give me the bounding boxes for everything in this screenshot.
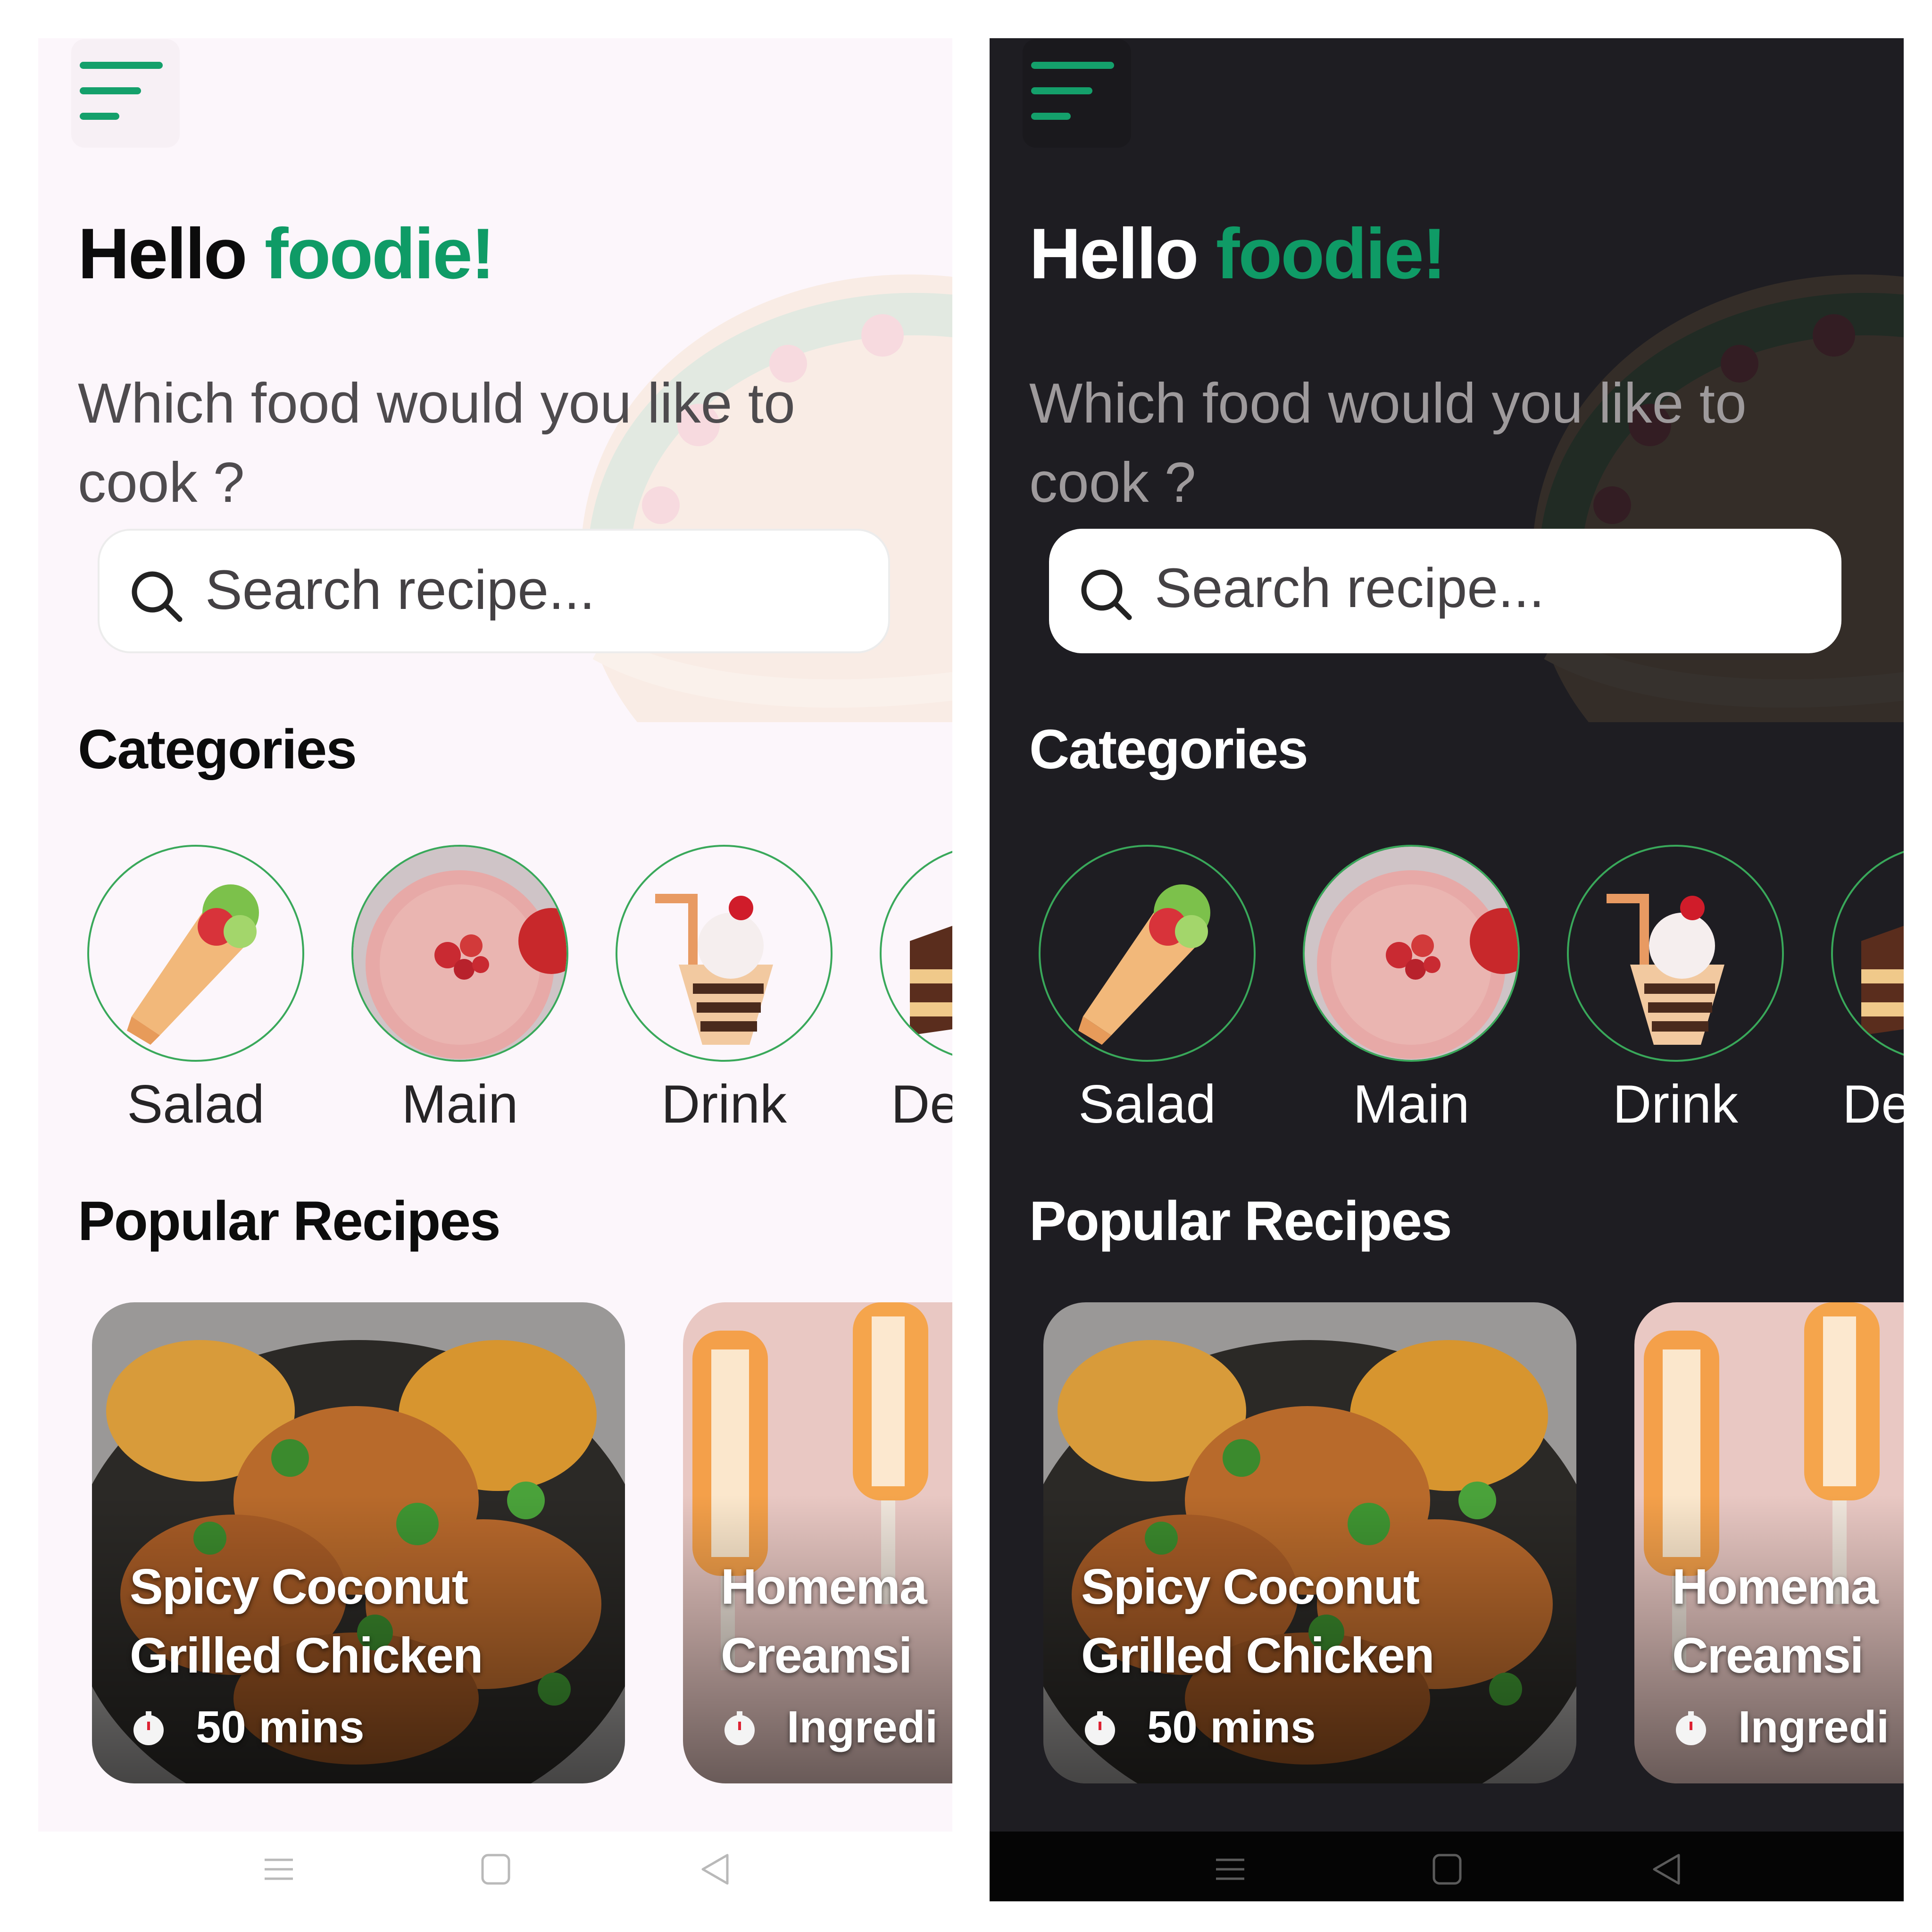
system-nav-bar bbox=[38, 1832, 952, 1901]
greeting-subtitle: Which food would you like to cook ? bbox=[1029, 372, 1747, 514]
category-label: Salad bbox=[1078, 1074, 1216, 1134]
recents-icon[interactable] bbox=[260, 1850, 298, 1888]
dark-theme-screen: Hello foodie! Which food would you like … bbox=[990, 38, 1904, 1901]
menu-icon bbox=[80, 62, 163, 69]
timer-icon bbox=[1676, 1711, 1706, 1745]
search-icon bbox=[1081, 569, 1132, 620]
greeting-accent: foodie! bbox=[264, 214, 495, 294]
home-page: Hello foodie! Which food would you like … bbox=[990, 38, 1904, 1832]
menu-icon-line bbox=[80, 87, 141, 94]
recipe-ingredients: Ingredi bbox=[787, 1702, 938, 1752]
recipe-time: 50 mins bbox=[1147, 1702, 1316, 1752]
recipe-card[interactable]: Spicy Coconut Grilled Chicken 50 mins bbox=[1043, 1302, 1576, 1783]
category-label: Salad bbox=[127, 1074, 265, 1134]
recipe-meta: 50 mins bbox=[1081, 1701, 1316, 1753]
greeting-accent: foodie! bbox=[1216, 214, 1447, 294]
search-bar[interactable]: Search recipe... bbox=[1049, 529, 1841, 653]
milkshake-icon bbox=[655, 894, 773, 1045]
categories-title: Categories bbox=[1029, 718, 1308, 781]
categories-title: Categories bbox=[78, 718, 357, 781]
category-image bbox=[1303, 845, 1520, 1062]
recipe-card[interactable]: Spicy Coconut Grilled Chicken 50 mins bbox=[92, 1302, 625, 1783]
search-icon bbox=[132, 571, 183, 622]
category-label: De bbox=[1842, 1074, 1904, 1134]
home-page: Hello foodie! Which food would you like … bbox=[38, 38, 952, 1832]
back-icon[interactable] bbox=[696, 1850, 734, 1888]
wrap-icon bbox=[127, 884, 259, 1045]
category-image bbox=[1039, 845, 1256, 1062]
wrap-icon bbox=[1078, 884, 1210, 1045]
category-image bbox=[880, 845, 952, 1062]
recents-icon[interactable] bbox=[1211, 1850, 1249, 1888]
recipe-title: Spicy Coconut Grilled Chicken bbox=[130, 1559, 483, 1683]
recipe-title: Homema Creamsi bbox=[721, 1559, 927, 1683]
cake-icon bbox=[910, 925, 952, 1035]
category-label: Main bbox=[401, 1074, 518, 1134]
search-placeholder: Search recipe... bbox=[205, 559, 595, 621]
greeting-hello: Hello bbox=[1029, 214, 1199, 294]
home-icon[interactable] bbox=[1428, 1850, 1466, 1888]
home-icon[interactable] bbox=[477, 1850, 515, 1888]
milkshake-icon bbox=[1607, 894, 1724, 1045]
category-image bbox=[87, 845, 304, 1062]
menu-button[interactable] bbox=[1023, 39, 1131, 148]
system-nav-bar bbox=[990, 1832, 1904, 1901]
menu-icon-line bbox=[80, 113, 119, 120]
greeting-title: Hello foodie! bbox=[78, 213, 495, 295]
timer-icon bbox=[1085, 1711, 1115, 1745]
recipe-meta: Ingredi bbox=[721, 1701, 938, 1753]
category-image bbox=[1567, 845, 1784, 1062]
menu-icon bbox=[1031, 62, 1114, 69]
smoothie-bowl-icon bbox=[353, 847, 566, 1060]
recipe-ingredients: Ingredi bbox=[1738, 1702, 1890, 1752]
category-image bbox=[1831, 845, 1904, 1062]
smoothie-bowl-icon bbox=[1305, 847, 1518, 1060]
category-label: Drink bbox=[1612, 1074, 1739, 1134]
category-image bbox=[351, 845, 568, 1062]
menu-icon-line bbox=[1031, 87, 1092, 94]
menu-button[interactable] bbox=[71, 39, 180, 148]
greeting-subtitle: Which food would you like to cook ? bbox=[78, 372, 795, 514]
recipe-meta: 50 mins bbox=[130, 1701, 365, 1753]
timer-icon bbox=[133, 1711, 164, 1745]
recipe-meta: Ingredi bbox=[1672, 1701, 1889, 1753]
menu-icon-line bbox=[1031, 113, 1071, 120]
popular-recipes-title: Popular Recipes bbox=[78, 1190, 501, 1252]
timer-icon bbox=[724, 1711, 755, 1745]
category-image bbox=[616, 845, 833, 1062]
search-placeholder: Search recipe... bbox=[1155, 557, 1545, 619]
greeting-title: Hello foodie! bbox=[1029, 213, 1447, 295]
light-theme-screen: Hello foodie! Which food would you like … bbox=[38, 38, 952, 1901]
popular-recipes-title: Popular Recipes bbox=[1029, 1190, 1452, 1252]
category-label: Drink bbox=[661, 1074, 787, 1134]
cake-icon bbox=[1861, 925, 1904, 1035]
recipe-card[interactable]: Homema Creamsi Ingredi bbox=[1634, 1302, 1904, 1783]
recipe-title: Homema Creamsi bbox=[1672, 1559, 1879, 1683]
recipe-time: 50 mins bbox=[196, 1702, 365, 1752]
recipe-title: Spicy Coconut Grilled Chicken bbox=[1081, 1559, 1435, 1683]
category-label: Main bbox=[1353, 1074, 1470, 1134]
search-bar[interactable]: Search recipe... bbox=[98, 529, 890, 653]
recipe-card[interactable]: Homema Creamsi Ingredi bbox=[683, 1302, 952, 1783]
back-icon[interactable] bbox=[1648, 1850, 1685, 1888]
category-label: De bbox=[891, 1074, 952, 1134]
greeting-hello: Hello bbox=[78, 214, 248, 294]
